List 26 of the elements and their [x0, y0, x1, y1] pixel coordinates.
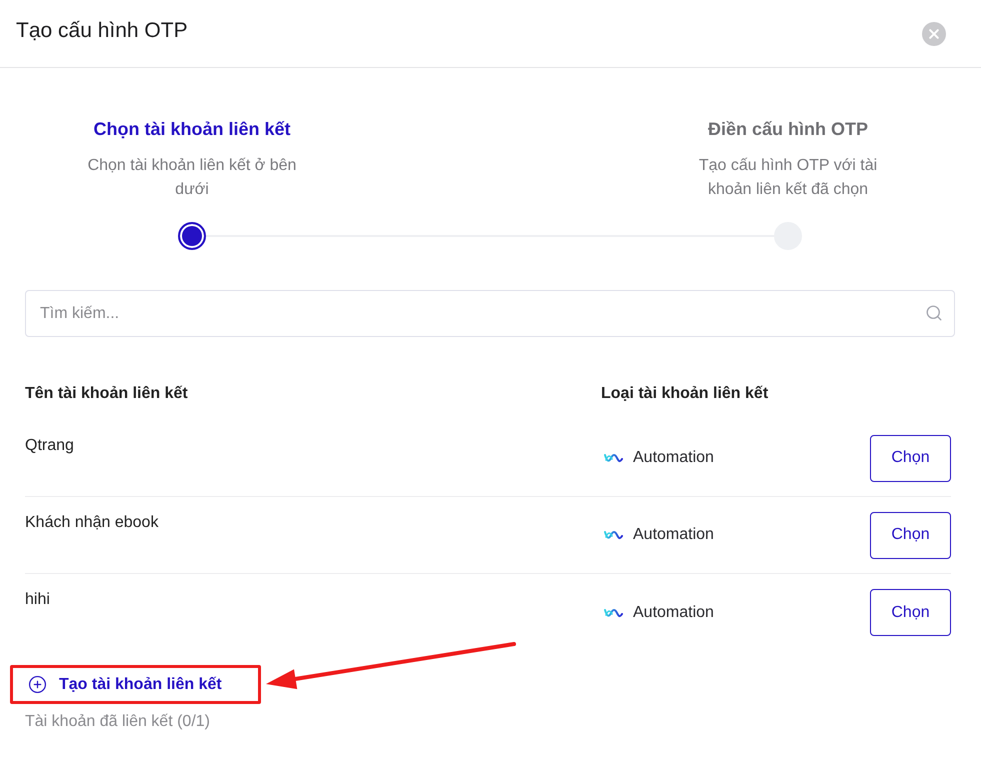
plus-circle-icon	[28, 675, 47, 694]
account-name: Khách nhận ebook	[25, 513, 158, 533]
dialog-title: Tạo cấu hình OTP	[16, 18, 188, 42]
close-icon	[922, 22, 946, 46]
step-description: Tạo cấu hình OTP với tài khoản liên kết đã chọn	[698, 156, 878, 200]
wave-icon	[604, 608, 623, 618]
account-type: Automation	[633, 449, 714, 467]
account-name: hihi	[25, 590, 50, 610]
choose-button[interactable]: Chọn	[870, 589, 951, 636]
step-title: Điền cấu hình OTP	[708, 118, 868, 141]
choose-button[interactable]: Chọn	[870, 512, 951, 558]
wave-icon	[604, 453, 623, 463]
choose-button[interactable]: Chọn	[870, 434, 951, 482]
account-type: Automation	[633, 526, 714, 544]
search-field[interactable]: Tìm kiếm...	[25, 290, 955, 337]
search-icon	[925, 304, 943, 322]
column-header: Tên tài khoản liên kết	[25, 385, 188, 403]
account-type: Automation	[633, 604, 714, 622]
step-description: Chọn tài khoản liên kết ở bên dưới	[86, 156, 298, 200]
wave-icon	[604, 530, 623, 540]
column-header: Loại tài khoản liên kết	[601, 385, 768, 403]
step-title: Chọn tài khoản liên kết	[93, 118, 291, 141]
close-button[interactable]	[922, 22, 946, 46]
account-name: Qtrang	[25, 436, 74, 456]
linked-count: Tài khoản đã liên kết (0/1)	[25, 713, 210, 731]
create-account-link[interactable]: Tạo tài khoản liên kết	[18, 671, 228, 698]
